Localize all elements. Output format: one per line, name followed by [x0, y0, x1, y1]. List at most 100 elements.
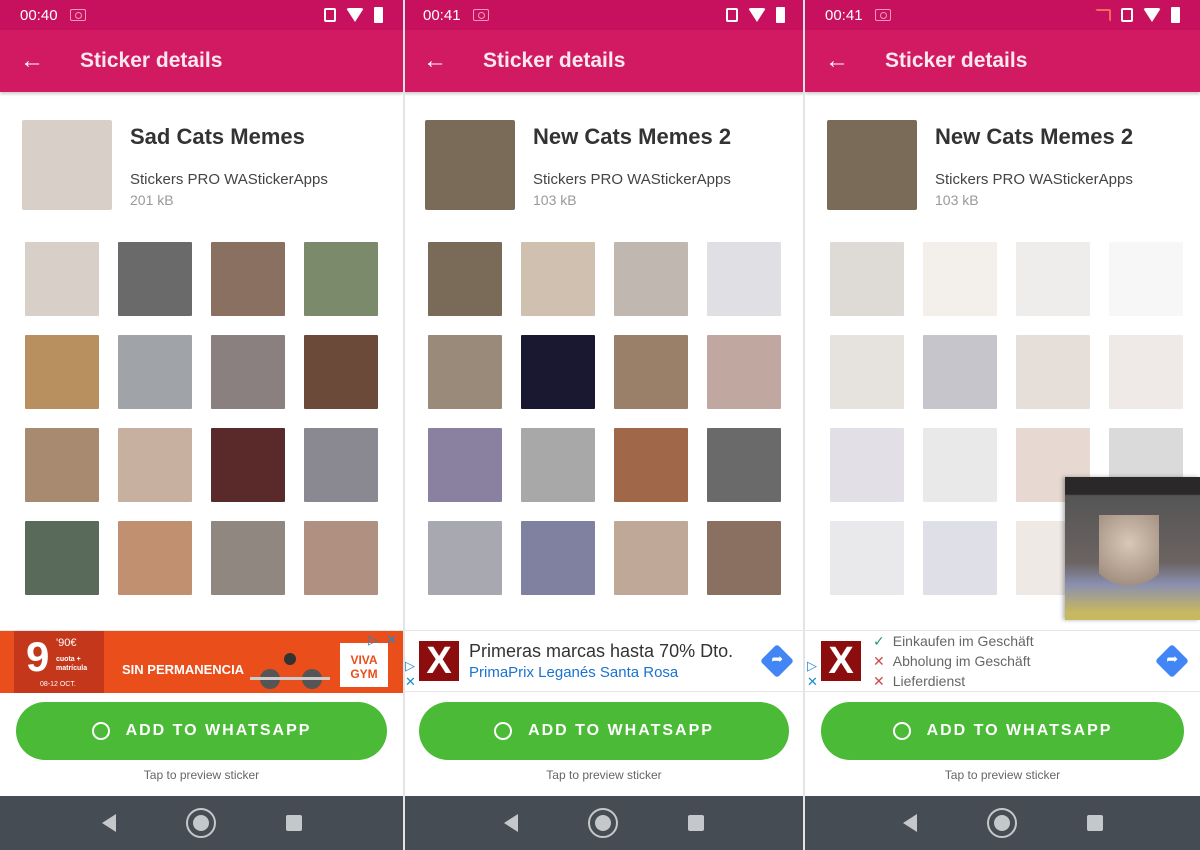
sticker[interactable]: [211, 242, 285, 316]
directions-icon[interactable]: ➦: [760, 644, 794, 678]
nav-recents-icon[interactable]: [1086, 815, 1103, 831]
ad-feature: ✕ Lieferdienst: [873, 671, 965, 691]
sticker[interactable]: [211, 335, 285, 409]
gym-ad[interactable]: 9 '90€ cuota + matrícula 08-12 OCT. SIN …: [0, 631, 403, 693]
sticker[interactable]: [25, 428, 99, 502]
pack-publisher: Stickers PRO WAStickerApps: [130, 171, 328, 188]
sticker[interactable]: [830, 242, 904, 316]
sticker[interactable]: [830, 521, 904, 595]
sticker-preview[interactable]: [1065, 477, 1200, 620]
sticker[interactable]: [923, 428, 997, 502]
sticker[interactable]: [211, 521, 285, 595]
nav-back-icon[interactable]: [902, 814, 917, 832]
vibrate-icon: [726, 8, 738, 22]
sticker[interactable]: [118, 242, 192, 316]
nav-home-icon[interactable]: [185, 808, 216, 838]
battery-icon: [1171, 7, 1180, 23]
back-arrow-icon[interactable]: ←: [403, 47, 463, 75]
nav-back-icon[interactable]: [504, 814, 518, 832]
status-bar: 00:41: [805, 0, 1200, 30]
sticker[interactable]: [707, 428, 781, 502]
sticker[interactable]: [521, 335, 595, 409]
add-to-whatsapp-button[interactable]: ADD TO WHATSAPP: [419, 702, 789, 760]
pack-publisher: Stickers PRO WAStickerApps: [935, 171, 1133, 188]
pack-info: Sad Cats Memes Stickers PRO WAStickerApp…: [22, 120, 403, 212]
weightlifter-image: [250, 653, 330, 689]
page-title: Sticker details: [80, 49, 223, 72]
ad-banner[interactable]: ▷ ✕ X Primeras marcas hasta 70% Dto. Prim…: [403, 630, 805, 692]
ad-feature-label: Abholung im Geschäft: [892, 653, 1031, 669]
sticker[interactable]: [830, 335, 904, 409]
sticker[interactable]: [1109, 335, 1183, 409]
sticker[interactable]: [614, 242, 688, 316]
directions-icon[interactable]: ➦: [1155, 644, 1189, 678]
sticker[interactable]: [118, 521, 192, 595]
sticker[interactable]: [304, 242, 378, 316]
pack-info: New Cats Memes 2 Stickers PRO WAStickerA…: [425, 120, 805, 212]
ad-close-icon[interactable]: ✕: [386, 633, 397, 646]
screenshot-icon: [69, 9, 86, 21]
sticker[interactable]: [521, 428, 595, 502]
sticker[interactable]: [304, 335, 378, 409]
sticker[interactable]: [25, 242, 99, 316]
sticker[interactable]: [1016, 242, 1090, 316]
ad-subline[interactable]: PrimaPrix Leganés Santa Rosa: [469, 664, 678, 681]
sticker[interactable]: [118, 335, 192, 409]
sticker[interactable]: [304, 428, 378, 502]
app-bar: ← Sticker details: [0, 30, 403, 92]
nav-back-icon[interactable]: [101, 814, 116, 832]
back-arrow-icon[interactable]: ←: [0, 47, 60, 75]
sticker[interactable]: [614, 521, 688, 595]
adchoices-icon[interactable]: ▷: [807, 659, 817, 672]
sticker[interactable]: [25, 335, 99, 409]
vibrate-icon: [324, 8, 336, 22]
sticker[interactable]: [304, 521, 378, 595]
pack-name: New Cats Memes 2: [935, 124, 1134, 149]
button-label: ADD TO WHATSAPP: [125, 722, 312, 739]
sticker[interactable]: [1109, 242, 1183, 316]
page-title: Sticker details: [483, 49, 626, 72]
pack-tray-icon: [827, 120, 917, 210]
preview-hint: Tap to preview sticker: [143, 768, 260, 782]
preview-hint: Tap to preview sticker: [546, 768, 662, 782]
nav-recents-icon[interactable]: [285, 815, 302, 831]
sticker[interactable]: [923, 242, 997, 316]
sticker[interactable]: [211, 428, 285, 502]
sticker[interactable]: [707, 521, 781, 595]
sticker[interactable]: [1016, 335, 1090, 409]
back-arrow-icon[interactable]: ←: [805, 47, 865, 75]
sticker[interactable]: [521, 521, 595, 595]
sticker[interactable]: [428, 521, 502, 595]
sticker[interactable]: [923, 521, 997, 595]
sticker[interactable]: [521, 242, 595, 316]
ad-banner[interactable]: ▷ ✕ X ✓ Einkaufen im Geschäft ✕ Abholung im …: [805, 630, 1200, 692]
adchoices-icon[interactable]: ▷: [368, 633, 378, 646]
adchoices-icon[interactable]: ▷: [405, 659, 415, 672]
pack-publisher: Stickers PRO WAStickerApps: [533, 171, 731, 188]
ad-close-icon[interactable]: ✕: [807, 675, 818, 688]
sticker[interactable]: [614, 335, 688, 409]
sticker[interactable]: [707, 242, 781, 316]
sticker[interactable]: [614, 428, 688, 502]
sticker[interactable]: [923, 335, 997, 409]
ad-banner[interactable]: 9 '90€ cuota + matrícula 08-12 OCT. SIN …: [0, 630, 403, 693]
sticker[interactable]: [25, 521, 99, 595]
ad-feature: ✓ Einkaufen im Geschäft: [873, 631, 1034, 651]
sticker[interactable]: [428, 335, 502, 409]
nav-recents-icon[interactable]: [688, 815, 704, 831]
sticker[interactable]: [428, 428, 502, 502]
add-to-whatsapp-button[interactable]: ADD TO WHATSAPP: [16, 702, 387, 760]
nav-home-icon[interactable]: [986, 808, 1017, 838]
add-to-whatsapp-button[interactable]: ADD TO WHATSAPP: [821, 702, 1184, 760]
sticker[interactable]: [707, 335, 781, 409]
sticker[interactable]: [428, 242, 502, 316]
cross-icon: ✕: [873, 673, 885, 689]
ad-close-icon[interactable]: ✕: [405, 675, 416, 688]
app-bar: ← Sticker details: [805, 30, 1200, 92]
sticker[interactable]: [830, 428, 904, 502]
sticker[interactable]: [118, 428, 192, 502]
button-label: ADD TO WHATSAPP: [528, 722, 714, 739]
ad-price-note: cuota + matrícula: [56, 656, 88, 672]
panel-divider: [403, 0, 405, 850]
nav-home-icon[interactable]: [588, 808, 618, 838]
